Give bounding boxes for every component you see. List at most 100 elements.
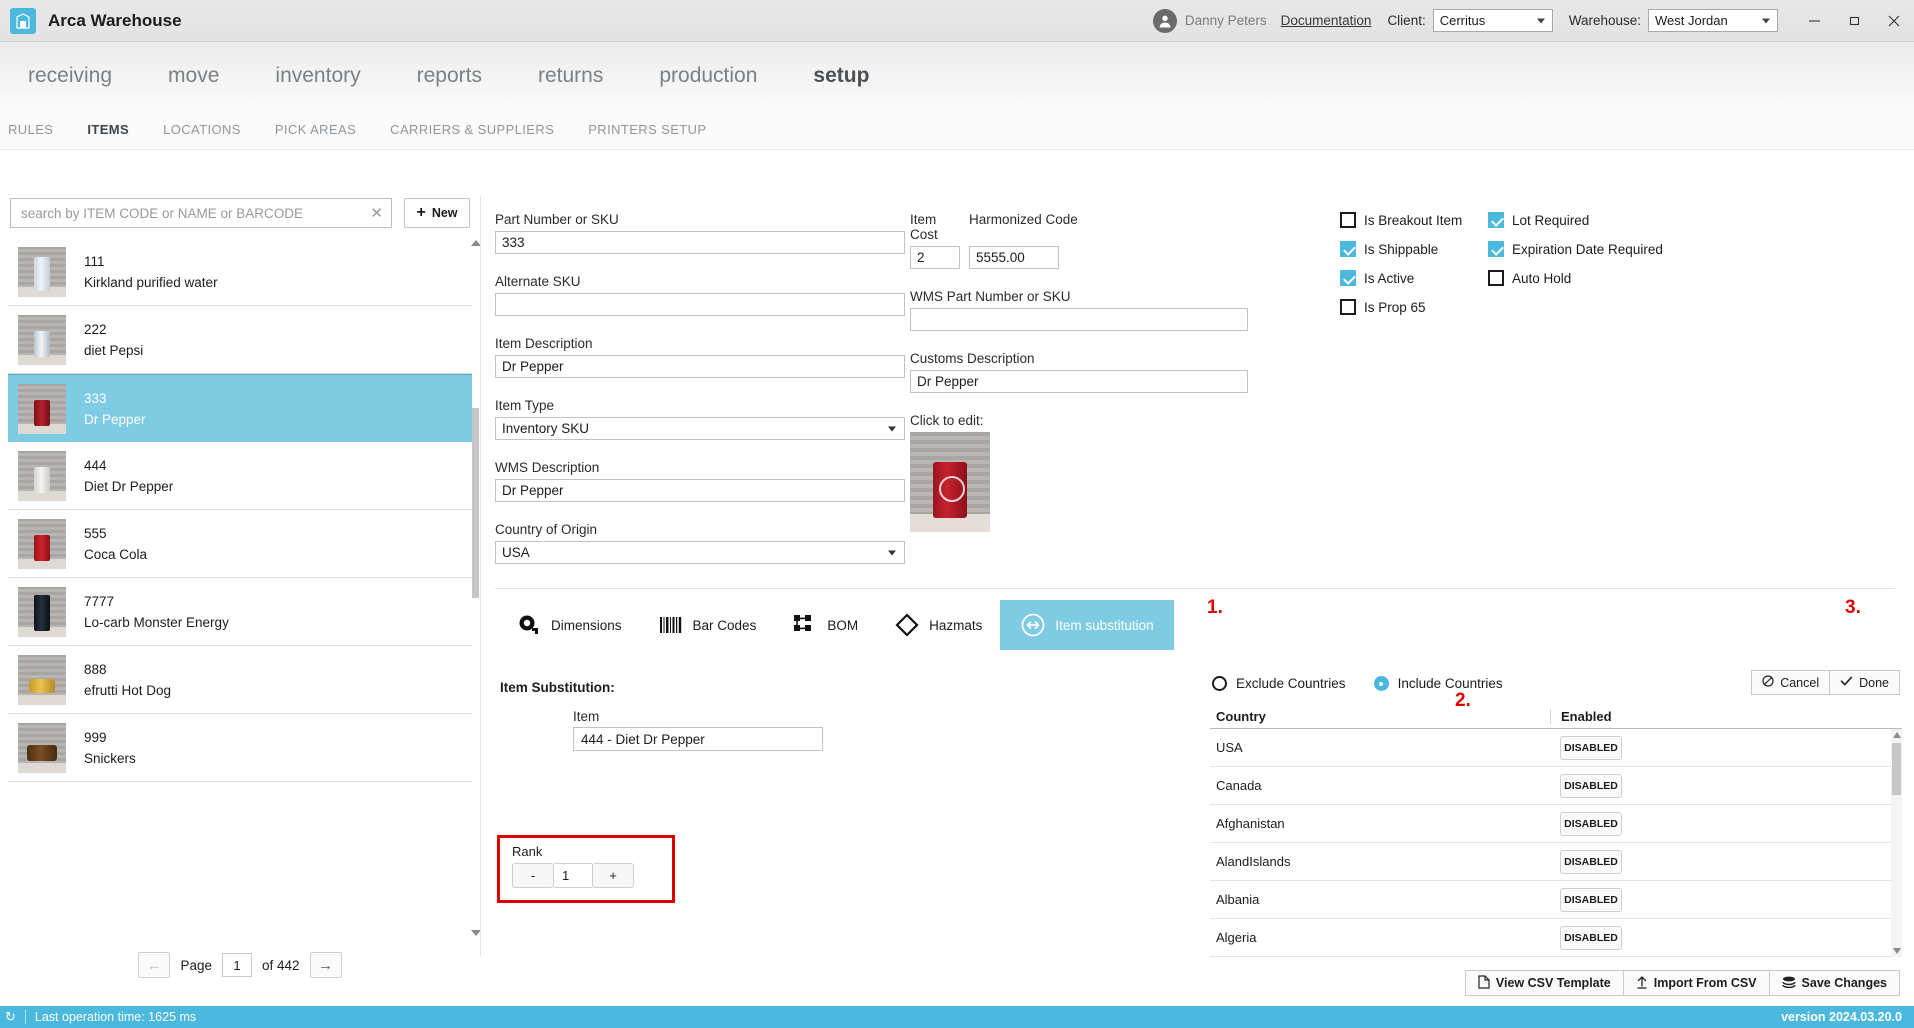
enabled-toggle-button[interactable]: DISABLED bbox=[1560, 887, 1622, 912]
enabled-toggle-button[interactable]: DISABLED bbox=[1560, 773, 1622, 798]
tab-bom[interactable]: BOM bbox=[774, 604, 876, 646]
checkbox-auto-hold[interactable]: Auto Hold bbox=[1488, 270, 1728, 286]
nav-production[interactable]: production bbox=[645, 64, 771, 88]
radio-label: Exclude Countries bbox=[1236, 676, 1346, 691]
search-input[interactable] bbox=[19, 204, 367, 222]
checkbox-is-breakout-item[interactable]: Is Breakout Item bbox=[1340, 212, 1488, 228]
table-row[interactable]: USA DISABLED bbox=[1210, 729, 1902, 767]
subnav-carriers-suppliers[interactable]: CARRIERS & SUPPLIERS bbox=[390, 122, 554, 137]
subnav-printers-setup[interactable]: PRINTERS SETUP bbox=[588, 122, 706, 137]
cancel-label: Cancel bbox=[1780, 675, 1820, 690]
next-page-button[interactable]: → bbox=[309, 952, 342, 978]
subnav-rules[interactable]: RULES bbox=[8, 122, 53, 137]
item-list-scrollbar[interactable] bbox=[471, 238, 481, 938]
radio-include-countries[interactable]: Include Countries bbox=[1373, 676, 1503, 691]
table-row[interactable]: Algeria DISABLED bbox=[1210, 919, 1902, 957]
nav-move[interactable]: move bbox=[154, 64, 233, 88]
subnav-pick-areas[interactable]: PICK AREAS bbox=[275, 122, 356, 137]
enabled-toggle-button[interactable]: DISABLED bbox=[1560, 849, 1622, 874]
product-photo[interactable] bbox=[910, 432, 990, 532]
substitution-item-input[interactable]: 444 - Diet Dr Pepper bbox=[573, 727, 823, 751]
cancel-button[interactable]: Cancel bbox=[1751, 670, 1830, 695]
table-row[interactable]: Afghanistan DISABLED bbox=[1210, 805, 1902, 843]
checkbox-is-prop-65[interactable]: Is Prop 65 bbox=[1340, 299, 1488, 315]
warehouse-select[interactable]: West Jordan bbox=[1648, 9, 1778, 32]
item-description-input[interactable]: Dr Pepper bbox=[495, 355, 905, 378]
rank-increment-button[interactable]: + bbox=[592, 863, 634, 888]
search-box[interactable]: ✕ bbox=[10, 198, 392, 228]
list-item[interactable]: 111 Kirkland purified water bbox=[8, 238, 472, 306]
nav-inventory[interactable]: inventory bbox=[261, 64, 374, 88]
table-row[interactable]: Canada DISABLED bbox=[1210, 767, 1902, 805]
item-thumbnail bbox=[18, 246, 66, 297]
application-window: Arca Warehouse Danny Peters Documentatio… bbox=[0, 0, 1914, 1028]
done-button[interactable]: Done bbox=[1829, 670, 1900, 695]
list-item[interactable]: 999 Snickers bbox=[8, 714, 472, 782]
checkbox-is-active[interactable]: Is Active bbox=[1340, 270, 1488, 286]
item-cost-input[interactable]: 2 bbox=[910, 246, 960, 269]
list-item[interactable]: 7777 Lo-carb Monster Energy bbox=[8, 578, 472, 646]
scroll-up-icon[interactable] bbox=[1892, 732, 1901, 738]
nav-receiving[interactable]: receiving bbox=[14, 64, 126, 88]
chevron-down-icon bbox=[1536, 18, 1545, 23]
tab-bar-codes[interactable]: Bar Codes bbox=[640, 604, 775, 646]
minimize-button[interactable] bbox=[1794, 0, 1834, 42]
view-csv-template-button[interactable]: View CSV Template bbox=[1464, 970, 1624, 996]
item-list[interactable]: 111 Kirkland purified water 222 diet Pep… bbox=[8, 238, 472, 938]
tab-item-substitution[interactable]: Item substitution bbox=[1000, 600, 1174, 650]
page-input[interactable]: 1 bbox=[221, 953, 252, 977]
import-from-csv-button[interactable]: Import From CSV bbox=[1623, 970, 1770, 996]
scrollbar-thumb[interactable] bbox=[472, 408, 479, 598]
checkbox-expiration-date-required[interactable]: Expiration Date Required bbox=[1488, 241, 1728, 257]
field-label: WMS Description bbox=[495, 460, 600, 475]
table-row[interactable]: Albania DISABLED bbox=[1210, 881, 1902, 919]
documentation-link[interactable]: Documentation bbox=[1281, 13, 1372, 28]
list-item[interactable]: 888 efrutti Hot Dog bbox=[8, 646, 472, 714]
new-item-button[interactable]: + New bbox=[404, 198, 470, 228]
rank-value-input[interactable]: 1 bbox=[554, 863, 592, 888]
part-number-input[interactable]: 333 bbox=[495, 231, 905, 254]
alternate-sku-input[interactable] bbox=[495, 293, 905, 316]
field-label: Item Cost bbox=[910, 212, 938, 242]
table-row[interactable]: AlandIslands DISABLED bbox=[1210, 843, 1902, 881]
wms-description-input[interactable]: Dr Pepper bbox=[495, 479, 905, 502]
list-item[interactable]: 222 diet Pepsi bbox=[8, 306, 472, 374]
tab-hazmats[interactable]: Hazmats bbox=[876, 604, 1000, 646]
enabled-toggle-button[interactable]: DISABLED bbox=[1560, 811, 1622, 836]
item-code: 444 bbox=[84, 457, 107, 473]
wms-part-number-input[interactable] bbox=[910, 308, 1248, 331]
scrollbar-thumb[interactable] bbox=[1892, 743, 1901, 795]
list-item-selected[interactable]: 333 Dr Pepper bbox=[8, 374, 472, 442]
countries-table-body[interactable]: USA DISABLED Canada DISABLED Afghanistan… bbox=[1210, 729, 1902, 957]
checkbox-label: Is Prop 65 bbox=[1364, 299, 1426, 315]
checkbox-lot-required[interactable]: Lot Required bbox=[1488, 212, 1728, 228]
countries-table-scrollbar[interactable] bbox=[1891, 729, 1902, 957]
subnav-locations[interactable]: LOCATIONS bbox=[163, 122, 241, 137]
prev-page-button[interactable]: ← bbox=[138, 952, 171, 978]
list-item[interactable]: 555 Coca Cola bbox=[8, 510, 472, 578]
checkbox-is-shippable[interactable]: Is Shippable bbox=[1340, 241, 1488, 257]
item-type-select[interactable]: Inventory SKU bbox=[495, 417, 905, 440]
refresh-icon[interactable]: ↻ bbox=[5, 1009, 16, 1025]
subnav-items[interactable]: ITEMS bbox=[87, 122, 129, 137]
nav-reports[interactable]: reports bbox=[403, 64, 496, 88]
maximize-button[interactable] bbox=[1834, 0, 1874, 42]
harmonized-code-input[interactable]: 5555.00 bbox=[969, 246, 1059, 269]
enabled-toggle-button[interactable]: DISABLED bbox=[1560, 735, 1622, 760]
rank-decrement-button[interactable]: - bbox=[512, 863, 554, 888]
nav-returns[interactable]: returns bbox=[524, 64, 617, 88]
close-button[interactable] bbox=[1874, 0, 1914, 42]
clear-search-icon[interactable]: ✕ bbox=[366, 204, 383, 222]
country-of-origin-select[interactable]: USA bbox=[495, 541, 905, 564]
country-action-buttons: Cancel Done bbox=[1751, 670, 1900, 695]
scroll-down-icon[interactable] bbox=[1892, 948, 1901, 954]
list-item[interactable]: 444 Diet Dr Pepper bbox=[8, 442, 472, 510]
radio-exclude-countries[interactable]: Exclude Countries bbox=[1212, 676, 1346, 691]
warehouse-select-value: West Jordan bbox=[1655, 13, 1728, 28]
customs-description-input[interactable]: Dr Pepper bbox=[910, 370, 1248, 393]
nav-setup[interactable]: setup bbox=[799, 64, 883, 88]
tab-dimensions[interactable]: Dimensions bbox=[498, 604, 640, 646]
client-select[interactable]: Cerritus bbox=[1432, 9, 1553, 32]
save-changes-button[interactable]: Save Changes bbox=[1769, 970, 1900, 996]
enabled-toggle-button[interactable]: DISABLED bbox=[1560, 925, 1622, 950]
